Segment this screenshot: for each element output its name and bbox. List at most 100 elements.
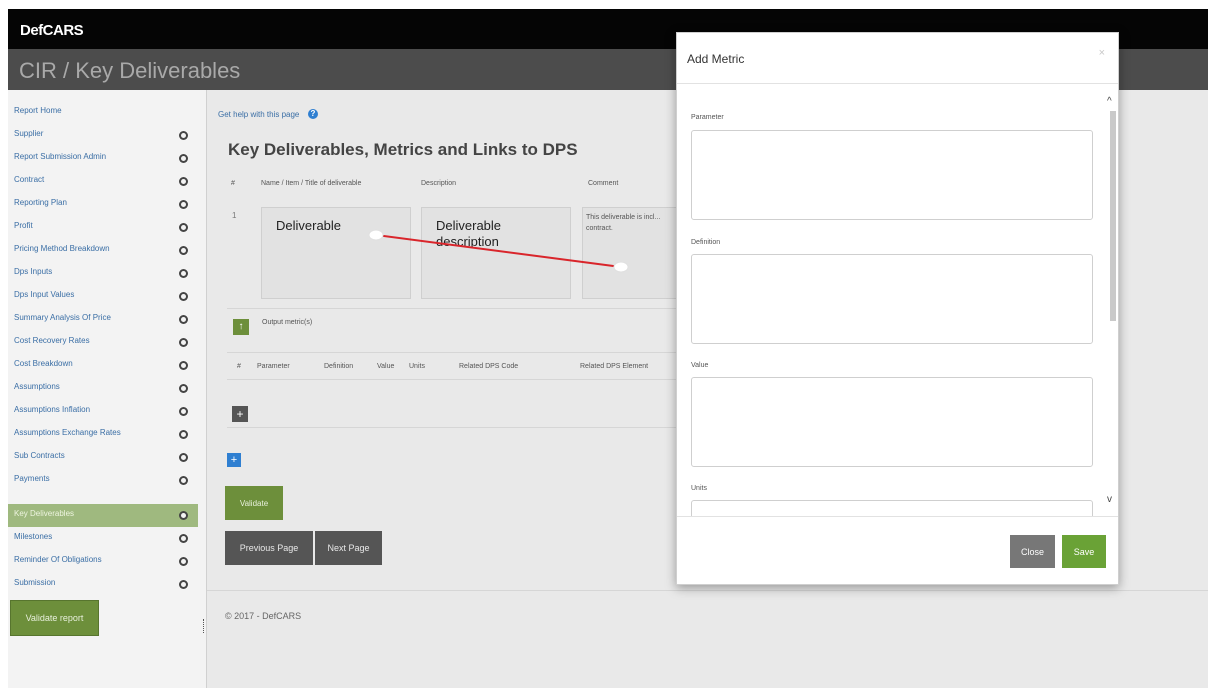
sidebar-item-cost-breakdown[interactable]: Cost Breakdown — [8, 354, 198, 377]
table-header-number: # — [231, 180, 235, 187]
sidebar-item-payments[interactable]: Payments — [8, 469, 198, 492]
divider — [207, 590, 1208, 591]
sidebar-item-label: Assumptions Inflation — [14, 405, 91, 414]
status-circle-icon — [179, 384, 188, 393]
dialog-title: Add Metric — [687, 52, 745, 66]
sidebar-item-label: Cost Breakdown — [14, 359, 73, 368]
sidebar-item-milestones[interactable]: Milestones — [8, 527, 198, 550]
sidebar-item-sub-contracts[interactable]: Sub Contracts — [8, 446, 198, 469]
brand-logo[interactable]: DefCARS — [20, 22, 84, 39]
chevron-up-icon[interactable]: ^ — [1107, 96, 1112, 107]
page-title: CIR / Key Deliverables — [19, 58, 241, 83]
deliverable-comment-field[interactable]: This deliverable is incl... contract. — [582, 207, 677, 299]
sidebar-item-label: Reminder Of Obligations — [14, 555, 102, 564]
value-label: Value — [691, 362, 709, 369]
sidebar-item-pricing-method-breakdown[interactable]: Pricing Method Breakdown — [8, 239, 198, 262]
close-button[interactable]: Close — [1010, 535, 1055, 568]
sidebar-item-dps-input-values[interactable]: Dps Input Values — [8, 285, 198, 308]
status-circle-icon — [179, 177, 188, 186]
sidebar-item-label: Dps Input Values — [14, 290, 75, 299]
close-icon[interactable]: × — [1099, 47, 1105, 59]
sidebar-item-reminder-of-obligations[interactable]: Reminder Of Obligations — [8, 550, 198, 573]
sidebar-item-label: Profit — [14, 221, 33, 230]
sidebar-item-assumptions-inflation[interactable]: Assumptions Inflation — [8, 400, 198, 423]
deliverable-name-value: Deliverable — [276, 218, 342, 233]
deliverable-description-value: Deliverable description — [436, 218, 502, 249]
status-circle-icon — [179, 200, 188, 209]
dialog-scrollbar[interactable]: ^ v — [1107, 96, 1117, 516]
sidebar-item-label: Payments — [14, 474, 50, 483]
metric-header-number: # — [237, 363, 241, 370]
status-circle-icon — [179, 361, 188, 370]
add-metric-icon[interactable]: + — [232, 406, 248, 422]
help-link[interactable]: Get help with this page — [218, 110, 299, 119]
sidebar-item-label: Submission — [14, 578, 56, 587]
parameter-textarea[interactable] — [691, 130, 1093, 220]
sidebar-item-key-deliverables[interactable]: Key Deliverables — [8, 504, 198, 527]
definition-textarea[interactable] — [691, 254, 1093, 344]
scrollbar-thumb[interactable] — [1110, 111, 1116, 321]
status-circle-icon — [179, 557, 188, 566]
definition-label: Definition — [691, 239, 721, 246]
units-textarea[interactable] — [691, 500, 1093, 516]
arrow-up-icon[interactable]: ↑ — [233, 319, 249, 335]
next-page-button[interactable]: Next Page — [315, 531, 382, 565]
status-circle-icon — [179, 338, 188, 347]
chevron-down-icon[interactable]: v — [1107, 494, 1112, 505]
sidebar-item-label: Reporting Plan — [14, 198, 67, 207]
metric-header-related-dps-element: Related DPS Element — [580, 363, 649, 370]
sidebar-item-supplier[interactable]: Supplier — [8, 124, 198, 147]
status-circle-icon — [179, 453, 188, 462]
sidebar-item-label: Key Deliverables — [14, 509, 75, 518]
divider — [227, 352, 697, 353]
status-circle-icon — [179, 476, 188, 485]
divider — [227, 379, 697, 380]
status-circle-icon — [179, 292, 188, 301]
deliverable-description-field[interactable]: Deliverable description — [421, 207, 571, 299]
table-header-description: Description — [421, 180, 457, 187]
validate-report-button[interactable]: Validate report — [10, 600, 99, 636]
sidebar-item-label: Cost Recovery Rates — [14, 336, 90, 345]
validate-button[interactable]: Validate — [225, 486, 283, 520]
table-header-comment: Comment — [588, 180, 619, 187]
value-textarea[interactable] — [691, 377, 1093, 467]
help-icon[interactable]: ? — [308, 109, 318, 119]
status-circle-icon — [179, 580, 188, 589]
status-circle-icon — [179, 407, 188, 416]
metric-header-related-dps-code: Related DPS Code — [459, 363, 519, 370]
metric-header-units: Units — [409, 363, 425, 370]
sidebar-item-profit[interactable]: Profit — [8, 216, 198, 239]
status-circle-icon — [179, 430, 188, 439]
footer-copyright: © 2017 - DefCARS — [225, 611, 302, 621]
sidebar-item-label: Dps Inputs — [14, 267, 53, 276]
sidebar-item-submission[interactable]: Submission — [8, 573, 198, 596]
metric-header-parameter: Parameter — [257, 363, 290, 370]
sidebar-item-assumptions-exchange-rates[interactable]: Assumptions Exchange Rates — [8, 423, 198, 446]
sidebar-resize-handle[interactable] — [203, 619, 205, 633]
dialog-body[interactable]: Parameter Definition Value Units ^ v — [677, 84, 1118, 516]
previous-page-button[interactable]: Previous Page — [225, 531, 313, 565]
units-label: Units — [691, 485, 707, 492]
sidebar-item-label: Supplier — [14, 129, 44, 138]
sidebar-item-report-home[interactable]: Report Home — [8, 101, 198, 124]
sidebar-item-contract[interactable]: Contract — [8, 170, 198, 193]
status-circle-icon — [179, 534, 188, 543]
sidebar-item-dps-inputs[interactable]: Dps Inputs — [8, 262, 198, 285]
parameter-label: Parameter — [691, 114, 724, 121]
status-circle-icon — [179, 269, 188, 278]
add-deliverable-icon[interactable]: + — [227, 453, 241, 467]
dialog-footer-divider — [677, 516, 1118, 517]
sidebar-item-cost-recovery-rates[interactable]: Cost Recovery Rates — [8, 331, 198, 354]
deliverable-name-field[interactable]: Deliverable — [261, 207, 411, 299]
sidebar-item-assumptions[interactable]: Assumptions — [8, 377, 198, 400]
status-circle-icon — [179, 315, 188, 324]
section-heading: Key Deliverables, Metrics and Links to D… — [228, 140, 578, 159]
sidebar-item-report-submission-admin[interactable]: Report Submission Admin — [8, 147, 198, 170]
save-button[interactable]: Save — [1062, 535, 1106, 568]
sidebar-item-reporting-plan[interactable]: Reporting Plan — [8, 193, 198, 216]
deliverable-comment-value: This deliverable is incl... contract. — [586, 214, 661, 232]
sidebar-item-label: Summary Analysis Of Price — [14, 313, 111, 322]
sidebar-item-label: Contract — [14, 175, 45, 184]
sidebar-item-summary-analysis[interactable]: Summary Analysis Of Price — [8, 308, 198, 331]
row-number: 1 — [232, 211, 237, 220]
